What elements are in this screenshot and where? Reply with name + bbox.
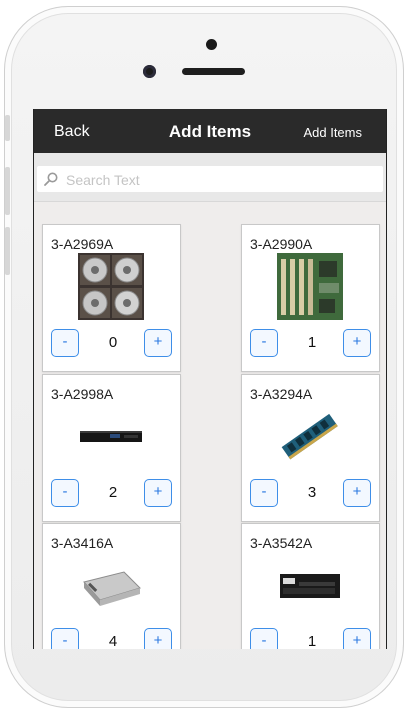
item-card: 3-A2990A - + <box>241 224 380 372</box>
quantity-field[interactable] <box>82 628 144 649</box>
volume-down-button <box>5 227 10 275</box>
increase-quantity-button[interactable]: + <box>144 479 172 507</box>
decrease-quantity-button[interactable]: - <box>250 628 278 649</box>
add-items-button[interactable]: Add Items <box>303 125 362 140</box>
quantity-field[interactable] <box>281 329 343 357</box>
item-card: 3-A3294A - + <box>241 374 380 522</box>
quantity-field[interactable] <box>82 479 144 507</box>
increase-quantity-button[interactable]: + <box>144 628 172 649</box>
motherboard-image <box>277 253 343 320</box>
item-code: 3-A3416A <box>51 535 114 551</box>
item-card: 3-A2969A - + <box>42 224 181 372</box>
item-code: 3-A2998A <box>51 386 114 402</box>
volume-up-button <box>5 167 10 215</box>
increase-quantity-button[interactable]: + <box>144 329 172 357</box>
mute-switch <box>5 115 10 141</box>
decrease-quantity-button[interactable]: - <box>250 329 278 357</box>
search-icon <box>44 172 58 186</box>
quantity-field[interactable] <box>281 479 343 507</box>
item-card: 3-A2998A - + <box>42 374 181 522</box>
search-input[interactable] <box>64 169 378 191</box>
item-code: 3-A2969A <box>51 236 114 252</box>
quantity-field[interactable] <box>281 628 343 649</box>
earpiece-speaker <box>182 68 245 75</box>
item-card: 3-A3542A - + <box>241 523 380 649</box>
proximity-sensor <box>143 65 156 78</box>
quantity-field[interactable] <box>82 329 144 357</box>
front-camera <box>206 39 217 50</box>
increase-quantity-button[interactable]: + <box>343 628 371 649</box>
item-code: 3-A3542A <box>250 535 313 551</box>
decrease-quantity-button[interactable]: - <box>250 479 278 507</box>
decrease-quantity-button[interactable]: - <box>51 329 79 357</box>
app-screen: Back Add Items Add Items 3-A2969A <box>33 109 387 649</box>
increase-quantity-button[interactable]: + <box>343 329 371 357</box>
item-card: 3-A3416A - + <box>42 523 181 649</box>
optical-drive-image <box>83 571 141 606</box>
navigation-bar: Back Add Items Add Items <box>34 109 386 153</box>
tape-drive-image <box>80 431 142 442</box>
decrease-quantity-button[interactable]: - <box>51 628 79 649</box>
search-box[interactable] <box>37 166 383 192</box>
item-code: 3-A2990A <box>250 236 313 252</box>
hard-drive-image <box>78 253 144 320</box>
decrease-quantity-button[interactable]: - <box>51 479 79 507</box>
drive-bay-image <box>280 574 340 598</box>
memory-module-image <box>281 413 338 460</box>
increase-quantity-button[interactable]: + <box>343 479 371 507</box>
item-code: 3-A3294A <box>250 386 313 402</box>
search-bar <box>34 153 386 202</box>
